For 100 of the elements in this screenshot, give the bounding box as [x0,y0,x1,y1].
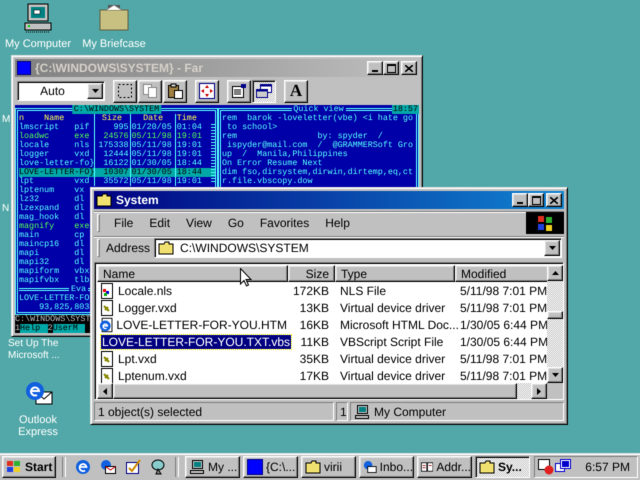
file-name[interactable]: mapi32 [19,258,74,267]
file-date: 01/30/05 [132,167,172,177]
file-name[interactable]: lzexpand [19,204,74,213]
file-name[interactable]: lptenum [19,186,74,195]
file-name[interactable]: main [19,231,74,240]
file-size: 175338 [98,140,129,150]
window-title: System [116,193,159,207]
close-button[interactable] [546,193,562,207]
start-button[interactable]: Start [2,456,56,478]
file-name[interactable]: lpt [19,177,74,186]
key-label[interactable]: Help [20,324,48,333]
taskbar-button[interactable]: Addr... [417,456,472,478]
column-header[interactable]: Size [288,265,335,282]
file-extension: dl [74,258,84,267]
computer-icon [354,404,370,420]
command-line[interactable]: C:\WINDOWS\SYST [15,315,90,324]
font-button[interactable]: A [284,80,308,102]
folder-icon [479,460,495,474]
copy-button[interactable] [138,80,162,102]
taskbar-button[interactable]: virii [301,456,356,478]
window-mode-button[interactable] [252,80,276,102]
file-name[interactable]: maincp16 [19,240,74,249]
maximize-button[interactable] [528,193,544,207]
file-name[interactable]: loadwc [19,132,74,141]
key-label[interactable]: UserM [52,324,86,333]
menu-item[interactable]: File [106,216,142,230]
panel-row[interactable]: lzexpand dl [19,204,84,213]
panel-row[interactable]: mapi32 dl [19,258,84,267]
file-name[interactable]: locale [19,141,74,150]
file-name[interactable]: mapiform [19,267,74,276]
folder-icon [305,460,321,474]
windows-icon [256,83,272,99]
column-header[interactable]: Name [97,265,288,282]
file-name[interactable]: LOVE-LETTER-FO} [19,168,94,177]
left-arrow-icon [103,388,107,394]
mail-icon[interactable] [100,459,116,475]
panel-scrollbar[interactable] [211,124,215,182]
file-name[interactable]: Lptenum.vxd [117,368,188,382]
taskbar-button[interactable]: Sy... [475,456,530,478]
cursor-row[interactable]: LOVE-LETTER-FO} 10307 01/30/05 18:44 [19,168,215,177]
file-name[interactable]: logger [19,150,74,159]
taskbar-button[interactable]: My ... [185,456,240,478]
panel-row[interactable]: mapifvbx tlb [19,276,90,285]
file-name[interactable]: mapi [19,249,74,258]
file-name[interactable]: lz32 [19,195,74,204]
browser-icon[interactable] [75,459,91,475]
file-name[interactable]: magnify [19,222,74,231]
panel-row[interactable]: mapi dl [19,249,84,258]
file-name[interactable]: Logger.vxd [117,300,178,314]
menu-item[interactable]: Help [317,216,358,230]
file-name[interactable]: mapifvbx [19,276,74,285]
file-name[interactable]: LOVE-LETTER-FOR-YOU.HTM [115,318,288,332]
desktop-check-icon[interactable] [125,459,141,475]
network-icon[interactable] [555,459,571,475]
column-header[interactable]: Modified [455,265,547,282]
maximize-icon [386,64,396,72]
minimize-button[interactable] [512,193,528,207]
panel-row[interactable]: lz32 dl [19,195,84,204]
panel-row[interactable]: logger vxd 12444 05/11/98 19:01 [19,150,215,159]
clock[interactable]: 6:57 PM [585,460,634,474]
file-name[interactable]: Lpt.vxd [117,352,158,366]
properties-button[interactable] [227,80,251,102]
panel-row[interactable]: maincp16 dl [19,240,84,249]
panel-row[interactable]: main cp [19,231,84,240]
panel-row[interactable]: magnify exe [19,222,90,231]
file-name[interactable]: love-letter-fo} [19,159,94,168]
computer-icon[interactable] [22,2,54,34]
file-extension: exe [74,132,90,141]
menu-item[interactable]: Go [220,216,252,230]
panel-row[interactable]: locale nls 175338 05/11/98 19:01 [19,141,215,150]
panel-row[interactable]: lmscript pif 995 01/20/05 01:04 [19,123,215,132]
column-header[interactable]: Type [335,265,455,282]
menu-item[interactable]: Favorites [252,216,318,230]
vertical-scrollbar[interactable] [547,265,563,383]
panel-row[interactable]: lptenum vx [19,186,84,195]
file-name[interactable]: Locale.nls [117,284,174,298]
file-name[interactable]: lmscript [19,123,74,132]
panel-row[interactable]: mag_hook dl [19,213,84,222]
menu-item[interactable]: View [178,216,220,230]
scrollbar-thumb[interactable] [547,311,563,319]
colorful-file-icon [99,282,115,298]
file-size: 12444 [103,149,129,159]
menu-item[interactable]: Edit [141,216,178,230]
taskbar-button[interactable]: {C:\... [243,456,298,478]
web-page-icon [99,316,114,332]
window-title-bar[interactable]: System [94,191,564,209]
view-mode-dropdown[interactable]: Auto [17,81,105,101]
file-name[interactable]: mag_hook [19,213,74,222]
panel-row[interactable]: mapiform vbx [19,267,90,276]
code-line: to school> [226,123,278,132]
move-tool-button[interactable] [195,80,219,102]
panel-row[interactable]: lpt vxd 35572 05/11/98 19:01 [19,177,215,186]
panel-row[interactable]: loadwc exe 24576 05/11/98 19:01 [19,132,215,141]
file-size: 16122 [103,158,129,168]
paste-button[interactable] [163,80,187,102]
taskbar-button[interactable]: Inbo... [359,456,414,478]
address-field[interactable]: C:\WINDOWS\SYSTEM [154,238,562,258]
file-name[interactable]: LOVE-LETTER-FOR-YOU.TXT.vbs [101,334,292,348]
select-tool-button[interactable] [113,80,137,102]
file-size: 17KB [298,368,330,382]
